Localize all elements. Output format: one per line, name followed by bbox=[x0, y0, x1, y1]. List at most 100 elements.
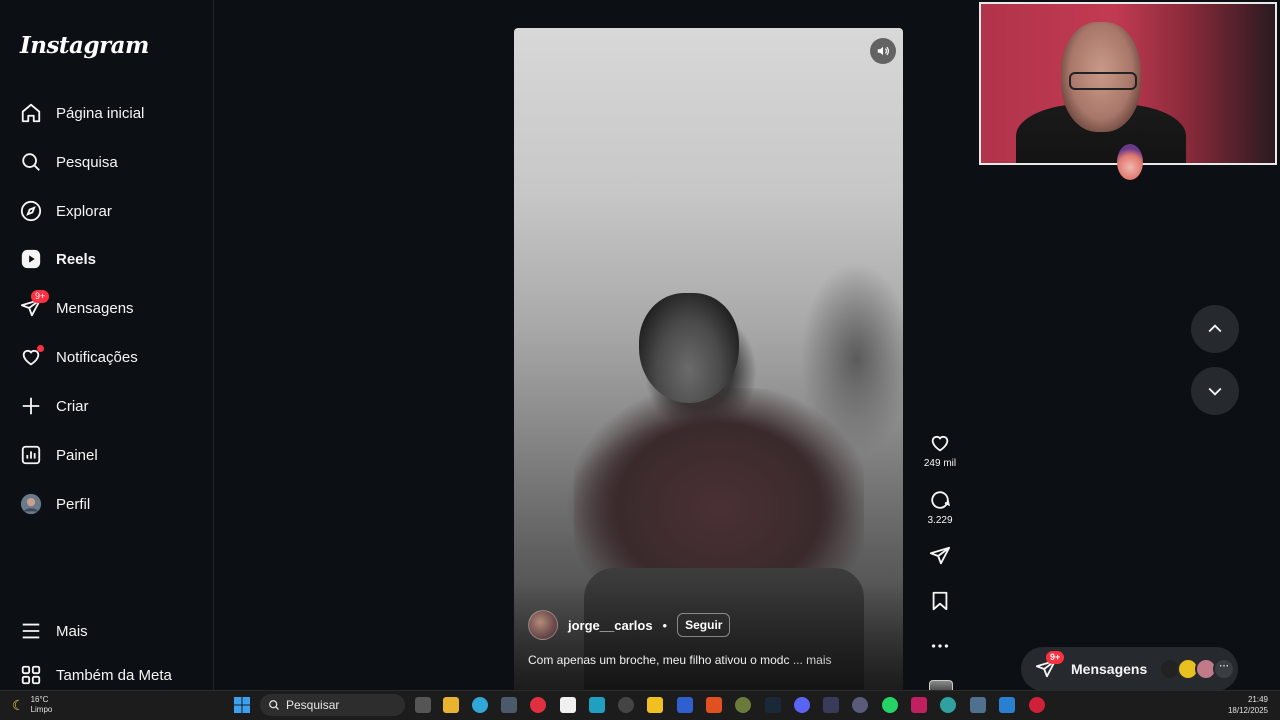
comment-action[interactable]: 3.229 bbox=[921, 489, 959, 526]
comment-count: 3.229 bbox=[927, 515, 953, 526]
sidebar-item-also-meta[interactable]: Também da Meta bbox=[20, 660, 200, 690]
sidebar-item-label: Reels bbox=[56, 250, 97, 268]
sidebar-item-label: Criar bbox=[56, 397, 89, 415]
profile-avatar bbox=[20, 493, 42, 515]
photos-icon[interactable] bbox=[999, 697, 1015, 713]
video-content bbox=[639, 293, 739, 403]
discord-icon[interactable] bbox=[794, 697, 810, 713]
sidebar-item-label: Explorar bbox=[56, 202, 112, 220]
menu-icon bbox=[20, 620, 42, 642]
heart-icon bbox=[20, 345, 44, 368]
sidebar-item-label: Também da Meta bbox=[56, 666, 172, 684]
taskbar-search-placeholder: Pesquisar bbox=[286, 698, 340, 712]
caption-more-link[interactable]: ... mais bbox=[793, 653, 832, 667]
clock-time: 21:49 bbox=[1247, 695, 1268, 704]
sidebar-item-label: Painel bbox=[56, 446, 98, 464]
taskbar-clock[interactable]: 21:49 18/12/2025 bbox=[1228, 694, 1268, 716]
app-icon[interactable] bbox=[677, 697, 693, 713]
sidebar-item-search[interactable]: Pesquisa bbox=[20, 142, 200, 182]
taskbar-search[interactable]: Pesquisar bbox=[260, 694, 405, 716]
more-dots-icon bbox=[929, 635, 951, 657]
sidebar-item-more[interactable]: Mais bbox=[20, 611, 200, 651]
app-icon[interactable] bbox=[823, 697, 839, 713]
plus-icon bbox=[20, 395, 42, 417]
next-reel-button[interactable] bbox=[1191, 367, 1239, 415]
start-button[interactable] bbox=[234, 697, 250, 713]
windows-taskbar: ☾ 16°C Limpo Pesquisar 21:49 18/12/2025 bbox=[0, 690, 1280, 720]
speaker-icon bbox=[877, 46, 889, 56]
compass-icon bbox=[20, 200, 42, 222]
share-icon bbox=[929, 545, 951, 567]
app-icon[interactable] bbox=[852, 697, 868, 713]
app-icon[interactable] bbox=[735, 697, 751, 713]
file-explorer-icon[interactable] bbox=[443, 697, 459, 713]
sidebar-item-label: Mensagens bbox=[56, 299, 134, 317]
weather-widget[interactable]: ☾ 16°C Limpo bbox=[12, 695, 52, 715]
instagram-logo[interactable]: Instagram bbox=[20, 32, 149, 59]
sidebar-item-dashboard[interactable]: Painel bbox=[20, 435, 200, 475]
webcam-overlay bbox=[979, 2, 1277, 165]
sidebar-item-label: Página inicial bbox=[56, 104, 145, 122]
reel-video[interactable]: jorge__carlos • Seguir Com apenas um bro… bbox=[514, 28, 903, 690]
messenger-icon: 9+ bbox=[1035, 651, 1065, 680]
author-username[interactable]: jorge__carlos bbox=[568, 618, 653, 633]
author-avatar[interactable] bbox=[528, 610, 558, 640]
weather-condition: Limpo bbox=[30, 705, 53, 714]
more-options-action[interactable] bbox=[921, 635, 959, 661]
save-action[interactable] bbox=[921, 590, 959, 616]
calculator-icon[interactable] bbox=[970, 697, 986, 713]
document-icon[interactable] bbox=[560, 697, 576, 713]
reel-author: jorge__carlos • Seguir bbox=[528, 610, 731, 640]
meta-apps-icon bbox=[20, 664, 42, 686]
windows-logo-icon bbox=[234, 697, 250, 713]
chevron-up-icon bbox=[1208, 324, 1222, 333]
sidebar-item-create[interactable]: Criar bbox=[20, 386, 200, 426]
app-icon[interactable] bbox=[647, 697, 663, 713]
sidebar-item-label: Pesquisa bbox=[56, 153, 118, 171]
whatsapp-icon[interactable] bbox=[882, 697, 898, 713]
video-content bbox=[574, 388, 864, 588]
reels-icon bbox=[20, 248, 42, 270]
media-player-icon[interactable] bbox=[530, 697, 546, 713]
follow-button[interactable]: Seguir bbox=[677, 613, 731, 637]
separator-dot: • bbox=[662, 617, 668, 633]
app-icon[interactable] bbox=[706, 697, 722, 713]
sidebar-item-label: Mais bbox=[56, 622, 88, 640]
edge-icon[interactable] bbox=[472, 697, 488, 713]
bookmark-icon bbox=[929, 590, 951, 612]
weather-temperature: 16°C bbox=[30, 695, 49, 704]
sidebar-item-messages[interactable]: 9+ Mensagens bbox=[20, 288, 200, 328]
app-icon[interactable] bbox=[911, 697, 927, 713]
mascot-sticker bbox=[1117, 144, 1143, 180]
task-view-icon[interactable] bbox=[415, 697, 431, 713]
sidebar-item-label: Perfil bbox=[56, 495, 91, 513]
like-action[interactable]: 249 mil bbox=[921, 432, 959, 469]
steam-icon[interactable] bbox=[765, 697, 781, 713]
sidebar-item-reels[interactable]: Reels bbox=[20, 239, 200, 279]
dashboard-icon bbox=[20, 444, 42, 466]
capcut-icon[interactable] bbox=[589, 697, 605, 713]
sidebar: Instagram Página inicial Pesquisa Explor… bbox=[0, 0, 214, 690]
app-icon[interactable] bbox=[940, 697, 956, 713]
messenger-icon: 9+ bbox=[20, 290, 50, 319]
messages-pill-label: Mensagens bbox=[1071, 661, 1148, 677]
more-chats-icon: ··· bbox=[1213, 658, 1236, 680]
messages-pill[interactable]: 9+ Mensagens ··· bbox=[1021, 647, 1238, 691]
sidebar-item-notifications[interactable]: Notificações bbox=[20, 337, 200, 377]
caption-text: Com apenas um broche, meu filho ativou o… bbox=[528, 653, 790, 667]
share-action[interactable] bbox=[921, 545, 959, 571]
sidebar-item-home[interactable]: Página inicial bbox=[20, 93, 200, 133]
comment-icon bbox=[929, 489, 951, 511]
sidebar-item-label: Notificações bbox=[56, 348, 138, 366]
sidebar-item-explore[interactable]: Explorar bbox=[20, 191, 200, 231]
obs-icon[interactable] bbox=[618, 697, 634, 713]
notification-dot bbox=[37, 345, 44, 352]
opera-icon[interactable] bbox=[1029, 697, 1045, 713]
sidebar-item-profile[interactable]: Perfil bbox=[20, 484, 200, 524]
search-icon bbox=[20, 151, 42, 173]
messages-badge: 9+ bbox=[1046, 651, 1065, 664]
mute-button[interactable] bbox=[870, 38, 896, 64]
reel-caption: Com apenas um broche, meu filho ativou o… bbox=[528, 653, 888, 667]
previous-reel-button[interactable] bbox=[1191, 305, 1239, 353]
store-icon[interactable] bbox=[501, 697, 517, 713]
